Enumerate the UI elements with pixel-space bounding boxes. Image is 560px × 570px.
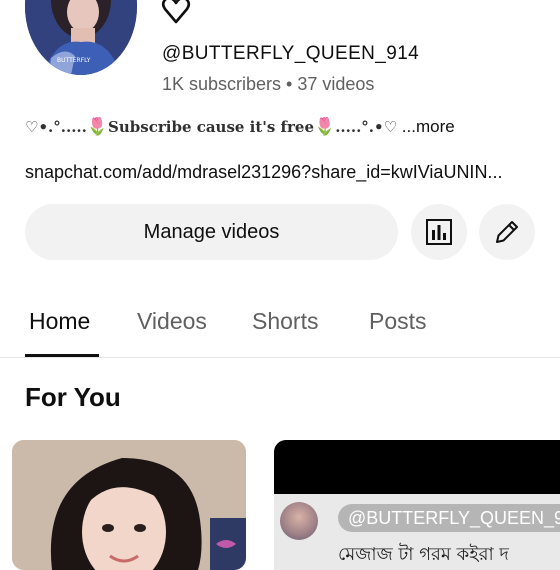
description-text: Subscribe cause it's free: [108, 118, 315, 136]
channel-stats: 1K subscribers • 37 videos: [162, 74, 375, 94]
manage-videos-button[interactable]: Manage videos: [25, 204, 398, 260]
channel-avatar[interactable]: BUTTERFLY: [25, 0, 137, 75]
bar-chart-icon: [426, 219, 452, 245]
svg-text:BUTTERFLY: BUTTERFLY: [57, 57, 91, 64]
tulip-icon: 🌷: [86, 117, 109, 136]
channel-description[interactable]: ♡•.°.....🌷Subscribe cause it's free🌷....…: [25, 117, 545, 137]
tab-home[interactable]: Home: [29, 308, 90, 335]
tab-posts[interactable]: Posts: [369, 308, 427, 335]
thumbnail-overlay: @BUTTERFLY_QUEEN_9 মেজাজ টা গরম কইরা দ: [274, 494, 560, 570]
section-title: For You: [25, 382, 121, 412]
avatar: [280, 502, 318, 540]
overlay-handle: @BUTTERFLY_QUEEN_9: [338, 504, 560, 532]
tab-videos[interactable]: Videos: [137, 308, 207, 335]
video-thumbnail[interactable]: [12, 440, 246, 570]
more-link[interactable]: ...more: [397, 117, 455, 136]
tabs-divider: [0, 357, 560, 358]
tab-shorts[interactable]: Shorts: [252, 308, 318, 335]
overlay-text: মেজাজ টা গরম কইরা দ: [338, 544, 509, 565]
heart-outline-icon: [160, 0, 192, 26]
description-lead: ♡•.°.....: [25, 118, 87, 136]
channel-handle: @BUTTERFLY_QUEEN_914: [162, 43, 420, 64]
pencil-icon: [496, 221, 518, 243]
channel-link[interactable]: snapchat.com/add/mdrasel231296?share_id=…: [25, 162, 535, 183]
tulip-icon: 🌷: [314, 117, 336, 136]
edit-channel-button[interactable]: [479, 204, 535, 260]
analytics-button[interactable]: [411, 204, 467, 260]
description-trail: .....°.•♡: [335, 118, 398, 136]
video-thumbnail[interactable]: @BUTTERFLY_QUEEN_9 মেজাজ টা গরম কইরা দ: [274, 440, 560, 570]
